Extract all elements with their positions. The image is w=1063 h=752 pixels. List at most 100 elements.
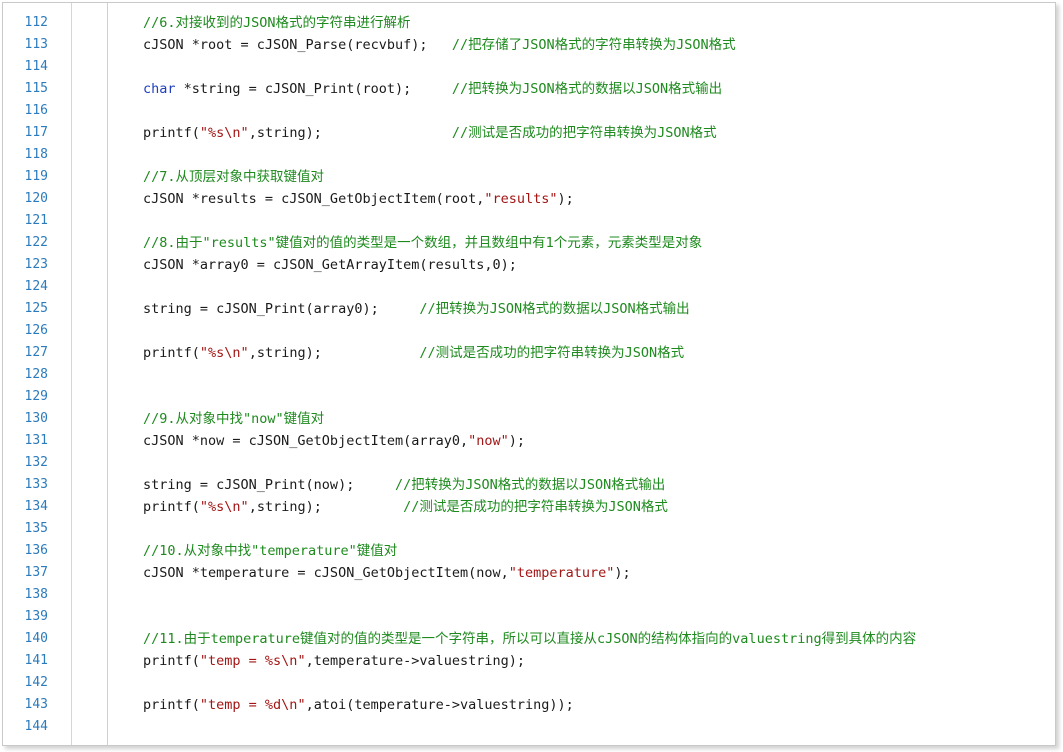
- code-token-plain: printf(: [143, 653, 200, 669]
- code-token-comment: //6.对接收到的JSON格式的字符串进行解析: [143, 15, 411, 31]
- code-line: 131 cJSON *now = cJSON_GetObjectItem(arra…: [3, 430, 1055, 452]
- code-line: 135: [3, 518, 1055, 540]
- line-number: 126: [24, 323, 48, 338]
- code-text: printf("%s\n",string); //测试是否成功的把字符串转换为J…: [143, 496, 668, 518]
- code-line: 123 cJSON *array0 = cJSON_GetArrayItem(re…: [3, 254, 1055, 276]
- line-number: 112: [24, 15, 48, 30]
- code-line: 125 string = cJSON_Print(array0); //把转换为J…: [3, 298, 1055, 320]
- line-number: 121: [24, 213, 48, 228]
- code-token-string: "results": [484, 191, 558, 207]
- code-line: 134 printf("%s\n",string); //测试是否成功的把字符串转…: [3, 496, 1055, 518]
- code-token-string: "now": [468, 433, 509, 449]
- code-line: 144: [3, 716, 1055, 738]
- code-token-comment: //9.从对象中找"now"键值对: [143, 411, 325, 427]
- code-line: 140 //11.由于temperature键值对的值的类型是一个字符串，所以可以…: [3, 628, 1055, 650]
- code-text: printf("temp = %s\n",temperature->values…: [143, 650, 525, 672]
- code-line: 128: [3, 364, 1055, 386]
- code-token-string: "temp = %s\n": [199, 653, 306, 669]
- code-line: 130 //9.从对象中找"now"键值对: [3, 408, 1055, 430]
- line-number: 128: [24, 367, 48, 382]
- code-token-plain: cJSON *temperature = cJSON_GetObjectItem…: [143, 565, 509, 581]
- code-text: //7.从顶层对象中获取键值对: [143, 166, 324, 188]
- code-token-comment: //把转换为JSON格式的数据以JSON格式输出: [419, 301, 690, 317]
- line-number: 122: [24, 235, 48, 250]
- code-token-plain: cJSON *array0 = cJSON_GetArrayItem(resul…: [143, 257, 493, 273]
- code-token-plain: ,atoi(temperature->valuestring));: [305, 697, 574, 713]
- code-token-comment: //把转换为JSON格式的数据以JSON格式输出: [451, 81, 723, 97]
- line-number: 144: [24, 719, 48, 734]
- code-token-comment: //10.从对象中找"temperature"键值对: [143, 543, 398, 559]
- code-text: //6.对接收到的JSON格式的字符串进行解析: [143, 12, 411, 34]
- code-token-string: "%s\n": [199, 345, 249, 361]
- line-number: 124: [24, 279, 48, 294]
- line-number: 118: [24, 147, 48, 162]
- code-text: //11.由于temperature键值对的值的类型是一个字符串，所以可以直接从…: [143, 628, 916, 650]
- code-token-plain: string = cJSON_Print(now);: [143, 477, 395, 493]
- code-token-plain: printf(: [143, 697, 200, 713]
- code-line: 119 //7.从顶层对象中获取键值对: [3, 166, 1055, 188]
- line-number: 119: [24, 169, 48, 184]
- code-token-plain: );: [557, 191, 574, 207]
- line-number: 125: [24, 301, 48, 316]
- code-line: 113 cJSON *root = cJSON_Parse(recvbuf); /…: [3, 34, 1055, 56]
- code-text: //9.从对象中找"now"键值对: [143, 408, 324, 430]
- code-line: 141 printf("temp = %s\n",temperature->val…: [3, 650, 1055, 672]
- code-text: printf("temp = %d\n",atoi(temperature->v…: [143, 694, 574, 716]
- line-number: 117: [24, 125, 48, 140]
- code-token-comment: //11.由于temperature键值对的值的类型是一个字符串，所以可以直接从…: [143, 631, 917, 647]
- code-token-plain: ,temperature->valuestring);: [305, 653, 526, 669]
- code-line: 136 //10.从对象中找"temperature"键值对: [3, 540, 1055, 562]
- code-line: 114: [3, 56, 1055, 78]
- code-token-comment: //把存储了JSON格式的字符串转换为JSON格式: [451, 37, 736, 53]
- code-line: 129: [3, 386, 1055, 408]
- code-text: printf("%s\n",string); //测试是否成功的把字符串转换为J…: [143, 122, 717, 144]
- line-number: 120: [24, 191, 48, 206]
- code-token-string: "%s\n": [199, 499, 249, 515]
- line-number: 116: [24, 103, 48, 118]
- line-number: 127: [24, 345, 48, 360]
- line-number: 133: [24, 477, 48, 492]
- code-token-comment: //测试是否成功的把字符串转换为JSON格式: [419, 345, 685, 361]
- code-token-comment: //测试是否成功的把字符串转换为JSON格式: [451, 125, 717, 141]
- code-line: 137 cJSON *temperature = cJSON_GetObjectI…: [3, 562, 1055, 584]
- code-line: 112 //6.对接收到的JSON格式的字符串进行解析: [3, 12, 1055, 34]
- code-token-plain: );: [614, 565, 631, 581]
- code-token-plain: printf(: [143, 125, 200, 141]
- line-number: 129: [24, 389, 48, 404]
- code-token-plain: *string = cJSON_Print(root);: [175, 81, 452, 97]
- code-token-plain: ,string);: [248, 499, 404, 515]
- code-line: 120 cJSON *results = cJSON_GetObjectItem(…: [3, 188, 1055, 210]
- code-text: string = cJSON_Print(array0); //把转换为JSON…: [143, 298, 690, 320]
- line-number: 143: [24, 697, 48, 712]
- line-number: 141: [24, 653, 48, 668]
- code-token-plain: string = cJSON_Print(array0);: [143, 301, 420, 317]
- code-token-plain: ,string);: [248, 125, 452, 141]
- code-editor-panel: 112 //6.对接收到的JSON格式的字符串进行解析 113 cJSON *root…: [2, 2, 1056, 746]
- code-line: 124: [3, 276, 1055, 298]
- code-line: 126: [3, 320, 1055, 342]
- code-text: //10.从对象中找"temperature"键值对: [143, 540, 397, 562]
- code-text: string = cJSON_Print(now); //把转换为JSON格式的…: [143, 474, 665, 496]
- code-text: cJSON *temperature = cJSON_GetObjectItem…: [143, 562, 631, 584]
- line-number: 130: [24, 411, 48, 426]
- line-number: 131: [24, 433, 48, 448]
- line-number: 137: [24, 565, 48, 580]
- code-token-comment: //7.从顶层对象中获取键值对: [143, 169, 325, 185]
- code-token-string: "%s\n": [199, 125, 249, 141]
- code-line: 133 string = cJSON_Print(now); //把转换为JSON…: [3, 474, 1055, 496]
- line-number: 123: [24, 257, 48, 272]
- code-lines: 112 //6.对接收到的JSON格式的字符串进行解析 113 cJSON *root…: [3, 12, 1055, 738]
- line-number: 136: [24, 543, 48, 558]
- code-token-keyword: char: [143, 81, 176, 97]
- line-number: 139: [24, 609, 48, 624]
- code-token-string: "temp = %d\n": [199, 697, 306, 713]
- code-line: 116: [3, 100, 1055, 122]
- code-line: 142: [3, 672, 1055, 694]
- code-token-plain: cJSON *root = cJSON_Parse(recvbuf);: [143, 37, 452, 53]
- line-number: 132: [24, 455, 48, 470]
- code-token-plain: );: [500, 257, 517, 273]
- code-line: 122 //8.由于"results"键值对的值的类型是一个数组，并且数组中有1个…: [3, 232, 1055, 254]
- code-line: 117 printf("%s\n",string); //测试是否成功的把字符串转…: [3, 122, 1055, 144]
- code-text: //8.由于"results"键值对的值的类型是一个数组，并且数组中有1个元素，…: [143, 232, 702, 254]
- code-line: 118: [3, 144, 1055, 166]
